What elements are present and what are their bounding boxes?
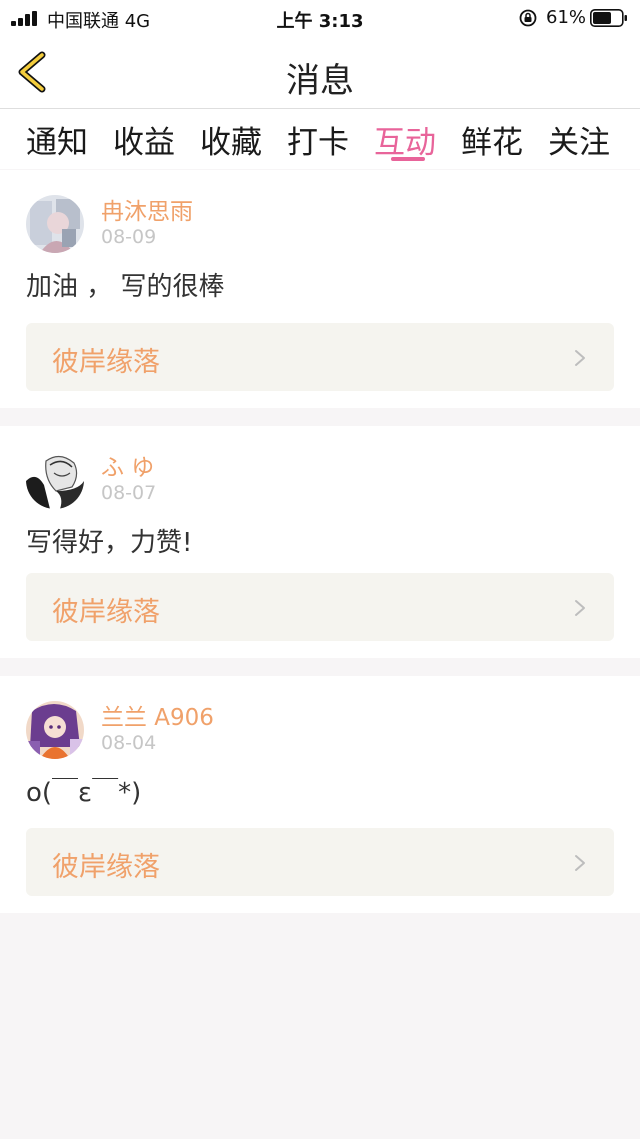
linked-post-title: 彼岸缘落 [52, 347, 160, 378]
chevron-right-icon [575, 350, 585, 366]
message-date: 08-09 [101, 226, 157, 248]
chevron-right-icon [575, 600, 585, 616]
comment-text: 加油 ， 写的很棒 [26, 272, 225, 302]
message-card: ふ ゆ 08-07 写得好，力赞! 彼岸缘落 [0, 426, 640, 658]
avatar[interactable] [26, 195, 84, 253]
tab-favorites[interactable]: 收藏 [200, 117, 262, 162]
status-time: 上午 3:13 [276, 11, 364, 32]
linked-post-title: 彼岸缘落 [52, 597, 160, 628]
linked-post[interactable]: 彼岸缘落 [26, 828, 614, 896]
battery-icon [590, 9, 627, 27]
avatar[interactable] [26, 701, 84, 759]
message-card: 兰兰 A906 08-04 o(￣ε￣*) 彼岸缘落 [0, 676, 640, 913]
tab-flowers[interactable]: 鲜花 [461, 117, 523, 162]
linked-post-title: 彼岸缘落 [52, 852, 160, 883]
status-bar: 中国联通 4G 上午 3:13 61% [0, 0, 640, 36]
username[interactable]: 冉沐思雨 [101, 192, 193, 226]
tab-following[interactable]: 关注 [548, 117, 610, 162]
username[interactable]: ふ ゆ [101, 448, 154, 482]
message-date: 08-04 [101, 732, 157, 754]
chevron-right-icon [575, 855, 585, 871]
comment-text: o(￣ε￣*) [26, 778, 142, 808]
avatar[interactable] [26, 451, 84, 509]
nav-bar: 消息 [0, 36, 640, 109]
battery-percent: 61% [546, 7, 587, 28]
tab-earnings[interactable]: 收益 [113, 117, 175, 162]
rotation-lock-icon [519, 9, 537, 27]
linked-post[interactable]: 彼岸缘落 [26, 323, 614, 391]
comment-text: 写得好，力赞! [26, 528, 193, 558]
page-title: 消息 [286, 61, 354, 101]
active-tab-indicator [391, 157, 425, 161]
tab-bar: 通知 收益 收藏 打卡 互动 鲜花 关注 [0, 109, 640, 169]
tab-interactions[interactable]: 互动 [374, 117, 436, 162]
message-card: 冉沐思雨 08-09 加油 ， 写的很棒 彼岸缘落 [0, 170, 640, 408]
tab-notifications[interactable]: 通知 [26, 117, 88, 162]
message-date: 08-07 [101, 482, 157, 504]
tab-checkin[interactable]: 打卡 [287, 117, 349, 162]
linked-post[interactable]: 彼岸缘落 [26, 573, 614, 641]
username[interactable]: 兰兰 A906 [101, 698, 214, 732]
